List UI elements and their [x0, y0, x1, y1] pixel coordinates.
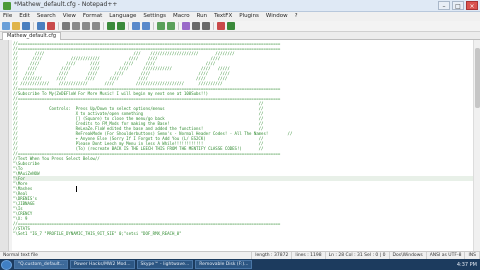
menu-window[interactable]: Window	[266, 12, 288, 21]
save-all-icon[interactable]	[37, 22, 45, 30]
status-length: length : 37872	[252, 252, 293, 259]
taskbar-clock: 4:37 PM	[456, 261, 477, 268]
text-cursor	[76, 186, 77, 192]
new-file-icon[interactable]	[2, 22, 10, 30]
menu-format[interactable]: Format	[83, 12, 102, 21]
cut-icon[interactable]	[72, 22, 80, 30]
menu-settings[interactable]: Settings	[143, 12, 166, 21]
toolbar-separator	[178, 22, 179, 30]
menu-bar: File Edit Search View Format Language Se…	[0, 12, 480, 21]
zoom-in-icon[interactable]	[157, 22, 165, 30]
toolbar-separator	[33, 22, 34, 30]
indent-guide-icon[interactable]	[202, 22, 210, 30]
status-lines: lines : 1198	[292, 252, 326, 259]
line-number-gutter	[0, 40, 9, 251]
menu-file[interactable]: File	[3, 12, 12, 21]
status-eol: Dos\Windows	[390, 252, 427, 259]
title-bar: *Mathew_default.cfg - Notepad++ – □ ×	[0, 0, 480, 12]
play-macro-icon[interactable]	[227, 22, 235, 30]
menu-macro[interactable]: Macro	[173, 12, 190, 21]
copy-icon[interactable]	[82, 22, 90, 30]
menu-language[interactable]: Language	[109, 12, 136, 21]
status-mode: INS	[465, 252, 480, 259]
editor-area[interactable]: //======================================…	[0, 40, 480, 251]
print-icon[interactable]	[62, 22, 70, 30]
toolbar	[0, 21, 480, 32]
status-bar: Normal text file length : 37872 lines : …	[0, 251, 480, 259]
taskbar-item[interactable]: Power Hacks/MW2 Mod...	[70, 260, 135, 269]
close-icon[interactable]	[47, 22, 55, 30]
wrap-icon[interactable]	[192, 22, 200, 30]
tab-bar: Mathew_default.cfg	[0, 32, 480, 40]
maximize-button[interactable]: □	[452, 1, 464, 10]
open-file-icon[interactable]	[12, 22, 20, 30]
save-icon[interactable]	[22, 22, 30, 30]
status-encoding: ANSI as UTF-8	[427, 252, 466, 259]
toolbar-separator	[103, 22, 104, 30]
toolbar-separator	[58, 22, 59, 30]
menu-textfx[interactable]: TextFX	[214, 12, 232, 21]
undo-icon[interactable]	[107, 22, 115, 30]
tab-mathew-default-cfg[interactable]: Mathew_default.cfg	[2, 32, 62, 40]
window-controls: – □ ×	[438, 1, 478, 10]
menu-edit[interactable]: Edit	[19, 12, 30, 21]
taskbar-item[interactable]: "Q.custom_default...	[14, 260, 68, 269]
notepad-plus-plus-icon	[3, 2, 11, 10]
replace-icon[interactable]	[142, 22, 150, 30]
minimize-button[interactable]: –	[438, 1, 450, 10]
redo-icon[interactable]	[117, 22, 125, 30]
toolbar-separator	[213, 22, 214, 30]
menu-plugins[interactable]: Plugins	[239, 12, 259, 21]
sync-icon[interactable]	[182, 22, 190, 30]
toolbar-separator	[153, 22, 154, 30]
paste-icon[interactable]	[92, 22, 100, 30]
menu-search[interactable]: Search	[37, 12, 56, 21]
start-button[interactable]	[1, 259, 12, 270]
zoom-out-icon[interactable]	[167, 22, 175, 30]
find-icon[interactable]	[132, 22, 140, 30]
taskbar-item[interactable]: Removable Disk (F:)...	[195, 260, 253, 269]
menu-help[interactable]: ?	[295, 12, 298, 21]
fold-margin[interactable]	[9, 40, 12, 251]
scrollbar-thumb[interactable]	[475, 48, 480, 108]
record-macro-icon[interactable]	[217, 22, 225, 30]
code-line[interactable]: "\Set1 "IG_7 "PROFILE_DYNAMIC_THIS_9IT_S…	[13, 231, 475, 236]
status-filetype: Normal text file	[0, 252, 253, 259]
taskbar-item[interactable]: Skype™ - lightwave...	[136, 260, 194, 269]
menu-run[interactable]: Run	[197, 12, 208, 21]
menu-view[interactable]: View	[63, 12, 76, 21]
code-text[interactable]: //======================================…	[13, 41, 475, 236]
window-title: *Mathew_default.cfg - Notepad++	[14, 1, 118, 8]
toolbar-separator	[128, 22, 129, 30]
vertical-scrollbar[interactable]	[473, 40, 480, 251]
close-window-button[interactable]: ×	[466, 1, 478, 10]
taskbar: "Q.custom_default... Power Hacks/MW2 Mod…	[0, 259, 480, 270]
status-position: Ln : 28 Col : 31 Sel : 0 | 0	[326, 252, 390, 259]
